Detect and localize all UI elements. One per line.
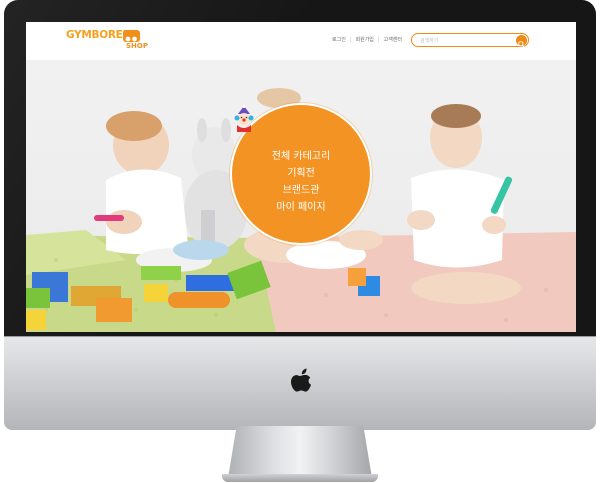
menu-item-my-page[interactable]: 마이 페이지: [232, 199, 370, 216]
category-menu-list: 전체 카테고리 기획전 브랜드관 마이 페이지: [232, 148, 370, 216]
nav-separator: |: [377, 36, 380, 43]
hero-banner: 전체 카테고리 기획전 브랜드관 마이 페이지: [26, 60, 576, 332]
login-link[interactable]: 로그인: [332, 36, 346, 43]
utility-nav: 로그인 | 회원가입 | 고객센터: [332, 36, 402, 44]
logo-sub: SHOP: [126, 42, 148, 50]
apple-logo-icon: [291, 368, 311, 392]
signup-link[interactable]: 회원가입: [356, 36, 374, 43]
clown-mascot-icon: [234, 105, 254, 132]
search-box: [411, 33, 529, 48]
screen: GYMBOREE SHOP 로그인 | 회원가입 | 고객센터 검색하기 전체 …: [26, 22, 576, 332]
search-button[interactable]: [516, 35, 527, 48]
search-icon: [518, 41, 525, 48]
menu-item-promotions[interactable]: 기획전: [232, 165, 370, 182]
menu-item-all-categories[interactable]: 전체 카테고리: [232, 148, 370, 165]
menu-item-brands[interactable]: 브랜드관: [232, 182, 370, 199]
search-input[interactable]: [420, 36, 512, 45]
category-menu-circle: 전체 카테고리 기획전 브랜드관 마이 페이지: [230, 103, 372, 245]
site-header: GYMBOREE SHOP 로그인 | 회원가입 | 고객센터: [26, 22, 576, 60]
monitor-stand: [228, 426, 372, 478]
logo[interactable]: GYMBOREE SHOP: [66, 29, 148, 55]
logo-brand: GYMBOREE: [66, 29, 130, 41]
customer-center-link[interactable]: 고객센터: [384, 36, 402, 43]
monitor-stand-foot: [222, 474, 378, 482]
logo-badge-icon: [123, 30, 140, 42]
nav-separator: |: [349, 36, 352, 43]
